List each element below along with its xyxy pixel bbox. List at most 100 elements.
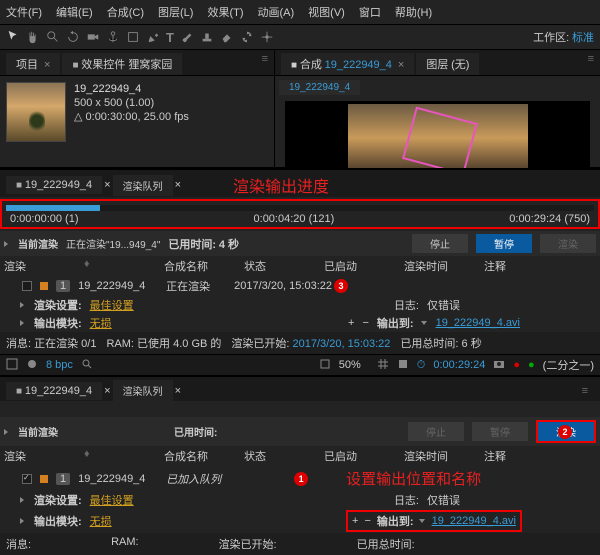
- menu-effect[interactable]: 效果(T): [207, 4, 243, 20]
- menu-file[interactable]: 文件(F): [6, 4, 42, 20]
- zoom-icon[interactable]: [319, 358, 331, 373]
- grid-icon[interactable]: [377, 358, 389, 373]
- comp-thumbnail[interactable]: [6, 82, 66, 142]
- menu-layer[interactable]: 图层(L): [158, 4, 193, 20]
- output-module-label: 输出模块:: [34, 513, 82, 529]
- annotation-badge-2: 2: [558, 425, 572, 439]
- remove-output-button[interactable]: −: [362, 317, 368, 329]
- queue-headers: 渲染♦ 合成名称状态 已启动渲染时间注释: [0, 256, 600, 276]
- composition-viewer[interactable]: [285, 101, 590, 175]
- stop-button[interactable]: 停止: [412, 234, 468, 253]
- rotate-tool-icon[interactable]: [66, 30, 80, 44]
- add-output-button[interactable]: +: [348, 317, 354, 329]
- time-current: 0:00:04:20 (121): [254, 213, 335, 225]
- workspace-selector[interactable]: 工作区: 标准: [533, 29, 594, 45]
- search-icon[interactable]: [81, 358, 93, 373]
- channel-icon[interactable]: ●: [528, 359, 535, 371]
- menu-anim[interactable]: 动画(A): [258, 4, 295, 20]
- time-end: 0:00:29:24 (750): [509, 213, 590, 225]
- brush-tool-icon[interactable]: [180, 30, 194, 44]
- tab-render-queue[interactable]: 渲染队列: [113, 175, 173, 196]
- timecode-icon[interactable]: ⏱: [417, 359, 426, 372]
- menu-comp[interactable]: 合成(C): [107, 4, 144, 20]
- log-value[interactable]: 仅错误: [427, 492, 460, 508]
- camera-tool-icon[interactable]: [86, 30, 100, 44]
- output-file-link[interactable]: 19_222949_4.avi: [436, 317, 520, 329]
- close-icon[interactable]: ×: [175, 179, 181, 191]
- menu-help[interactable]: 帮助(H): [395, 4, 432, 20]
- expand-icon[interactable]: [20, 497, 24, 503]
- add-output-button[interactable]: +: [352, 515, 358, 527]
- text-tool-icon[interactable]: T: [166, 30, 174, 45]
- stop-button: 停止: [408, 422, 464, 441]
- remove-output-button[interactable]: −: [364, 515, 370, 527]
- expand-icon[interactable]: [20, 302, 24, 308]
- expand-icon[interactable]: [20, 320, 24, 326]
- tab-project[interactable]: 项目×: [6, 53, 60, 75]
- log-value[interactable]: 仅错误: [427, 297, 460, 313]
- toggle-icon[interactable]: [6, 358, 18, 373]
- selection-tool-icon[interactable]: [6, 30, 20, 44]
- shape-tool-icon[interactable]: [126, 30, 140, 44]
- render-settings-link[interactable]: 最佳设置: [90, 492, 134, 508]
- close-icon[interactable]: ×: [104, 385, 110, 397]
- comp-name: 19_222949_4: [74, 82, 189, 96]
- menu-window[interactable]: 窗口: [359, 4, 381, 20]
- expand-icon[interactable]: [4, 429, 8, 435]
- comp-mini-tab[interactable]: 19_222949_4: [279, 80, 360, 95]
- output-file-link[interactable]: 19_222949_4.avi: [432, 515, 516, 527]
- zoom-tool-icon[interactable]: [46, 30, 60, 44]
- anchor-tool-icon[interactable]: [106, 30, 120, 44]
- hand-tool-icon[interactable]: [26, 30, 40, 44]
- render-progress-bar[interactable]: [6, 205, 594, 211]
- workspace-label: 工作区:: [533, 32, 569, 44]
- label-color-icon[interactable]: [40, 282, 48, 290]
- pause-button[interactable]: 暂停: [476, 234, 532, 253]
- roto-tool-icon[interactable]: [240, 30, 254, 44]
- tab-timeline-comp[interactable]: ■ 19_222949_4: [6, 382, 102, 400]
- status-bar: 消息: 正在渲染 0/1 RAM: 已使用 4.0 GB 的 渲染已开始: 20…: [0, 332, 600, 354]
- render-queue-panel-2: ■ 19_222949_4 × 渲染队列 × ≡ 2 当前渲染 已用时间: 停止…: [0, 375, 600, 555]
- menu-view[interactable]: 视图(V): [308, 4, 345, 20]
- expand-icon[interactable]: [4, 241, 8, 247]
- pen-tool-icon[interactable]: [146, 30, 160, 44]
- label-color-icon[interactable]: [40, 475, 48, 483]
- resolution-dropdown[interactable]: (二分之一): [543, 357, 594, 373]
- expand-icon[interactable]: [20, 518, 24, 524]
- puppet-tool-icon[interactable]: [260, 30, 274, 44]
- tab-layers[interactable]: 图层 (无): [416, 53, 479, 75]
- mask-icon[interactable]: [397, 358, 409, 373]
- current-render-label: 当前渲染: [18, 236, 58, 251]
- output-module-link[interactable]: 无损: [90, 513, 112, 529]
- dropdown-icon[interactable]: [421, 321, 427, 325]
- tab-effect-controls[interactable]: ■ 效果控件 狸窝家园: [62, 53, 182, 75]
- snapshot-icon[interactable]: [493, 358, 505, 373]
- menu-edit[interactable]: 编辑(E): [56, 4, 93, 20]
- close-icon[interactable]: ×: [104, 179, 110, 191]
- queue-item-row[interactable]: 1 19_222949_4 已加入队列 1 设置输出位置和名称: [0, 466, 600, 491]
- panel-menu-icon[interactable]: ≡: [588, 53, 594, 75]
- panel-menu-icon[interactable]: ≡: [582, 385, 588, 397]
- current-render-label: 当前渲染: [18, 424, 58, 439]
- output-module-link[interactable]: 无损: [90, 315, 112, 331]
- panel-menu-icon[interactable]: ≡: [262, 53, 268, 75]
- log-label: 日志:: [394, 492, 419, 508]
- eraser-tool-icon[interactable]: [220, 30, 234, 44]
- bit-depth[interactable]: 8 bpc: [46, 359, 73, 371]
- tab-timeline-comp[interactable]: ■ 19_222949_4: [6, 176, 102, 194]
- close-icon[interactable]: ×: [175, 385, 181, 397]
- render-settings-label: 渲染设置:: [34, 492, 82, 508]
- tab-render-queue[interactable]: 渲染队列: [113, 380, 173, 401]
- timecode[interactable]: 0:00:29:24: [433, 359, 485, 371]
- stamp-tool-icon[interactable]: [200, 30, 214, 44]
- render-checkbox[interactable]: [22, 474, 32, 484]
- viewer-content: [348, 104, 528, 172]
- channel-icon[interactable]: ●: [513, 359, 520, 371]
- item-number: 1: [56, 473, 70, 485]
- tab-composition[interactable]: ■ 合成 19_222949_4×: [281, 53, 414, 75]
- output-to-label: 输出到:: [377, 513, 414, 529]
- queue-item-row[interactable]: 1 19_222949_4 正在渲染 2017/3/20, 15:03:22 3: [0, 276, 600, 296]
- render-settings-link[interactable]: 最佳设置: [90, 297, 134, 313]
- zoom-value[interactable]: 50%: [339, 359, 361, 371]
- toggle-icon[interactable]: [26, 358, 38, 373]
